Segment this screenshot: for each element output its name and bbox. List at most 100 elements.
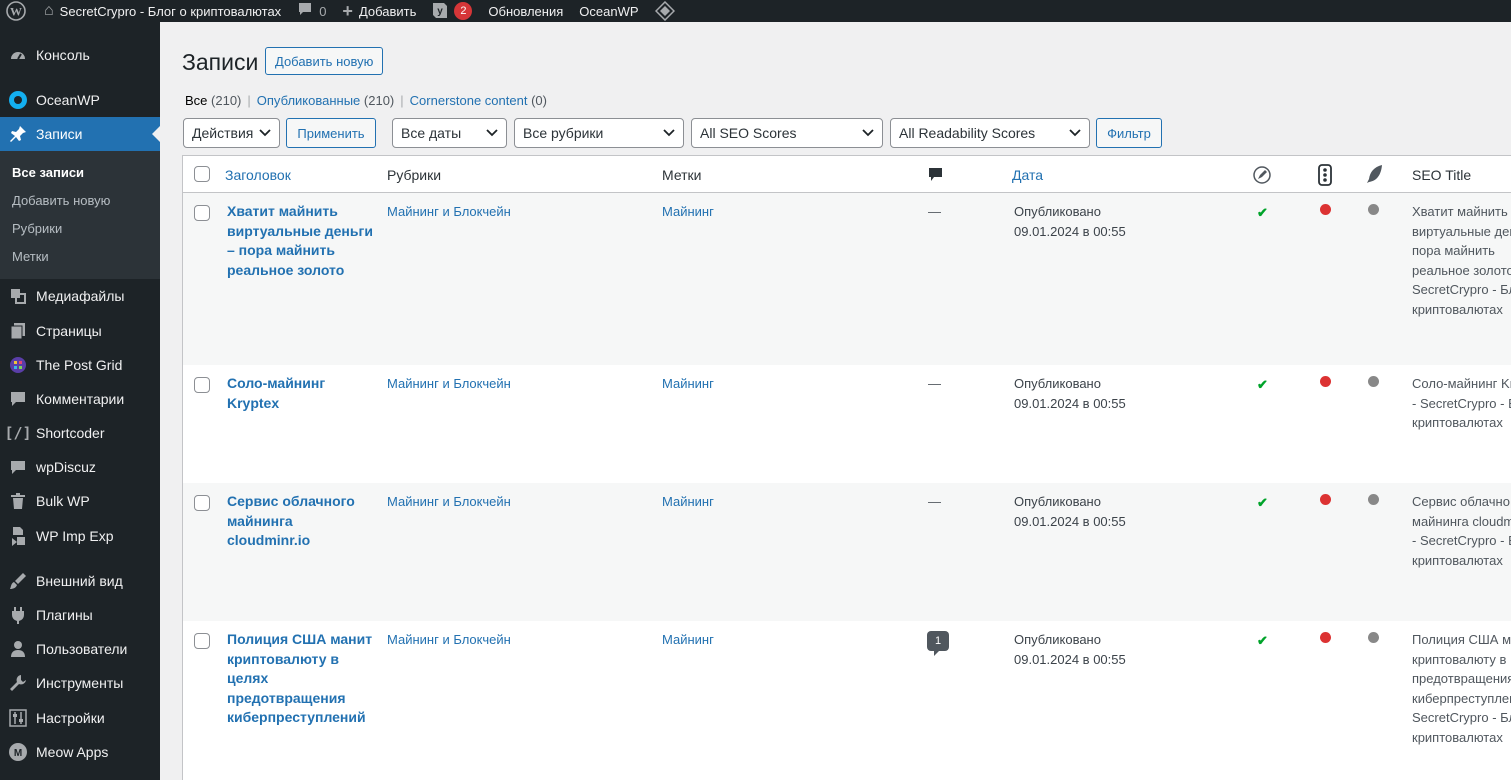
menu-label: Инструменты — [36, 675, 124, 691]
menu-wpdiscuz[interactable]: wpDiscuz — [0, 450, 160, 484]
menu-comments[interactable]: Комментарии — [0, 382, 160, 416]
post-title-link[interactable]: Сервис облачного майнинга cloudminr.io — [227, 492, 377, 551]
tools-icon — [0, 674, 36, 692]
post-tag-link[interactable]: Майнинг — [662, 630, 714, 650]
plugins-icon — [0, 606, 36, 624]
admin-sidebar: Консоль OceanWP Записи Все записи Добави… — [0, 22, 160, 780]
seo-score-column-icon[interactable] — [1252, 165, 1272, 188]
comments-link[interactable]: 0 — [289, 0, 334, 22]
view-all-link[interactable]: Все (210) — [185, 93, 241, 108]
main-content: Записи Добавить новую Все (210) | Опублико… — [160, 22, 1511, 780]
menu-label: Meow Apps — [36, 744, 109, 760]
column-tags-header: Метки — [662, 167, 702, 183]
table-row: Хватит майнить виртуальные деньги – пора… — [183, 193, 1511, 365]
post-category-link[interactable]: Майнинг и Блокчейн — [387, 374, 511, 394]
menu-label: Shortcoder — [36, 425, 105, 441]
menu-wp-imp-exp[interactable]: WP Imp Exp — [0, 519, 160, 553]
submenu-add-new[interactable]: Добавить новую — [0, 187, 160, 215]
posts-table: Заголовок Рубрики Метки Дата SEO Title Х… — [182, 155, 1511, 780]
inclusive-language-na-icon — [1368, 632, 1379, 643]
date-filter-select[interactable]: Все даты — [392, 118, 507, 148]
seo-score-good-icon: ✔ — [1257, 205, 1268, 220]
post-category-link[interactable]: Майнинг и Блокчейн — [387, 630, 511, 650]
seo-score-good-icon: ✔ — [1257, 633, 1268, 648]
menu-meow-apps[interactable]: M Meow Apps — [0, 735, 160, 769]
menu-settings[interactable]: Настройки — [0, 701, 160, 735]
menu-post-grid[interactable]: The Post Grid — [0, 348, 160, 382]
post-category-link[interactable]: Майнинг и Блокчейн — [387, 492, 511, 512]
column-title-header[interactable]: Заголовок — [225, 167, 291, 183]
menu-media[interactable]: Медиафайлы — [0, 279, 160, 313]
menu-tools[interactable]: Инструменты — [0, 666, 160, 700]
row-checkbox[interactable] — [194, 495, 210, 511]
post-date: Опубликовано 09.01.2024 в 00:55 — [1014, 376, 1126, 411]
menu-shortcoder[interactable]: [/] Shortcoder — [0, 416, 160, 450]
table-header: Заголовок Рубрики Метки Дата SEO Title — [183, 156, 1511, 193]
row-checkbox[interactable] — [194, 633, 210, 649]
readability-column-icon[interactable] — [1318, 164, 1332, 189]
menu-label: Плагины — [36, 607, 93, 623]
submenu-categories[interactable]: Рубрики — [0, 215, 160, 243]
menu-label: Комментарии — [36, 391, 125, 407]
meow-icon: M — [0, 742, 36, 762]
comments-column-icon[interactable] — [928, 167, 944, 186]
post-tag-link[interactable]: Майнинг — [662, 492, 714, 512]
table-row: Соло-майнинг Kryptex Майнинг и Блокчейн … — [183, 365, 1511, 483]
submenu-all-posts[interactable]: Все записи — [0, 159, 160, 187]
seo-title-text: Хватит майнить виртуальные ден пора майн… — [1412, 204, 1511, 317]
menu-pages[interactable]: Страницы — [0, 314, 160, 348]
post-date: Опубликовано 09.01.2024 в 00:55 — [1014, 204, 1126, 239]
menu-dashboard[interactable]: Консоль — [0, 38, 160, 72]
readability-filter-select[interactable]: All Readability Scores — [890, 118, 1090, 148]
post-date: Опубликовано 09.01.2024 в 00:55 — [1014, 494, 1126, 529]
media-icon — [0, 287, 36, 305]
appearance-icon — [0, 572, 36, 590]
wordpress-logo-icon[interactable]: W — [0, 0, 36, 22]
view-published-link[interactable]: Опубликованные (210) — [257, 93, 394, 108]
column-date-header[interactable]: Дата — [1012, 167, 1043, 183]
new-content-link[interactable]: + Добавить — [334, 0, 424, 22]
readability-bad-icon — [1320, 632, 1331, 643]
row-checkbox[interactable] — [194, 377, 210, 393]
bulk-action-select[interactable]: Действия — [183, 118, 280, 148]
post-tag-link[interactable]: Майнинг — [662, 374, 714, 394]
menu-appearance[interactable]: Внешний вид — [0, 564, 160, 598]
apply-button[interactable]: Применить — [286, 118, 376, 148]
row-checkbox[interactable] — [194, 205, 210, 221]
add-new-post-button[interactable]: Добавить новую — [265, 47, 384, 75]
view-cornerstone-link[interactable]: Cornerstone content (0) — [410, 93, 547, 108]
menu-label: WP Imp Exp — [36, 528, 114, 544]
post-category-link[interactable]: Майнинг и Блокчейн — [387, 202, 511, 222]
select-all-checkbox[interactable] — [194, 166, 210, 182]
seo-score-good-icon: ✔ — [1257, 377, 1268, 392]
submenu-tags[interactable]: Метки — [0, 243, 160, 271]
post-title-link[interactable]: Хватит майнить виртуальные деньги – пора… — [227, 202, 377, 280]
menu-users[interactable]: Пользователи — [0, 632, 160, 666]
menu-bulk-wp[interactable]: Bulk WP — [0, 484, 160, 518]
menu-label: Страницы — [36, 323, 102, 339]
comment-count-bubble[interactable]: 1 — [927, 631, 949, 656]
chevron-down-icon — [485, 126, 499, 143]
add-new-label: Добавить — [358, 3, 417, 19]
inclusive-language-na-icon — [1368, 376, 1379, 387]
dashboard-icon — [0, 46, 36, 64]
seo-title-text: Соло-майнинг Kr - SecretCrypro - Б крипт… — [1412, 376, 1511, 430]
feather-column-icon[interactable] — [1366, 164, 1384, 187]
post-title-link[interactable]: Соло-майнинг Kryptex — [227, 374, 377, 413]
filter-button[interactable]: Фильтр — [1096, 118, 1162, 148]
updates-link[interactable]: Обновления — [480, 0, 571, 22]
site-name-link[interactable]: ⌂ SecretCrypro - Блог о криптовалютах — [36, 0, 289, 22]
table-row: Полиция США манит криптовалюту в целях п… — [183, 621, 1511, 780]
menu-oceanwp[interactable]: OceanWP — [0, 83, 160, 117]
yoast-menu[interactable]: y 2 — [424, 0, 480, 22]
post-title-link[interactable]: Полиция США манит криптовалюту в целях п… — [227, 630, 377, 728]
category-filter-select[interactable]: Все рубрики — [514, 118, 684, 148]
menu-posts[interactable]: Записи — [0, 117, 160, 151]
menu-plugins[interactable]: Плагины — [0, 598, 160, 632]
post-tag-link[interactable]: Майнинг — [662, 202, 714, 222]
oceanwp-link[interactable]: OceanWP — [571, 0, 646, 22]
chevron-down-icon — [258, 126, 272, 143]
seo-score-filter-select[interactable]: All SEO Scores — [691, 118, 883, 148]
readability-bad-icon — [1320, 494, 1331, 505]
diamond-icon[interactable] — [647, 0, 683, 22]
